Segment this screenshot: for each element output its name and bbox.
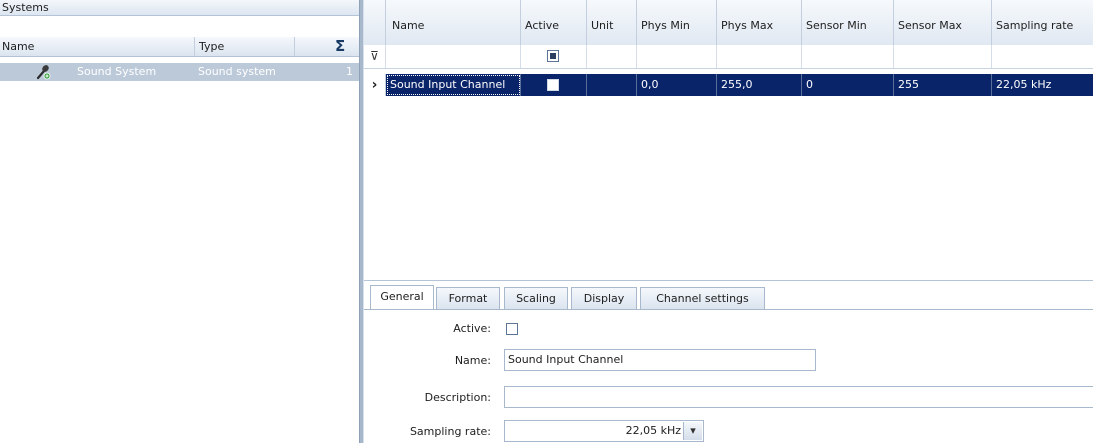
filter-cell-unit[interactable] — [587, 45, 637, 68]
cell-phys-min[interactable]: 0,0 — [637, 74, 717, 96]
filter-cell-sensor-min[interactable] — [802, 45, 894, 68]
filter-active-checkbox[interactable] — [547, 50, 559, 62]
filter-cell-active[interactable] — [521, 45, 587, 68]
sampling-rate-label: Sampling rate: — [409, 425, 491, 438]
tab-display[interactable]: Display — [571, 287, 637, 309]
column-header-sensor-max[interactable]: Sensor Max — [894, 0, 992, 45]
name-input[interactable]: Sound Input Channel — [504, 349, 816, 371]
system-type: Sound system — [198, 65, 276, 78]
chevron-down-icon[interactable]: ▾ — [683, 422, 702, 440]
systems-table-header: Name Type Σ — [0, 37, 359, 57]
filter-cell-sensor-max[interactable] — [894, 45, 992, 68]
channel-grid: Name Active Unit Phys Min Phys Max Senso… — [364, 0, 1093, 280]
channel-details-panel: General Format Scaling Display Channel s… — [364, 280, 1093, 444]
cell-name[interactable]: Sound Input Channel — [386, 74, 521, 96]
systems-panel-title: Systems — [0, 0, 359, 16]
column-header-sampling-rate[interactable]: Sampling rate — [992, 0, 1093, 45]
active-checkbox[interactable] — [547, 79, 559, 91]
tab-general[interactable]: General — [370, 285, 434, 310]
cell-sensor-max[interactable]: 255 — [894, 74, 992, 96]
cell-sampling-rate[interactable]: 22,05 kHz — [992, 74, 1093, 96]
filter-cell-sampling-rate[interactable] — [992, 45, 1093, 68]
column-header-active[interactable]: Active — [521, 0, 587, 45]
sampling-rate-value: 22,05 kHz — [625, 424, 681, 437]
table-row[interactable]: › Sound Input Channel 0,0 255,0 0 255 22… — [364, 74, 1093, 96]
cell-unit[interactable] — [587, 74, 637, 96]
row-indicator-icon: › — [364, 74, 386, 96]
cell-active[interactable] — [521, 74, 587, 96]
system-row-sound-system[interactable]: Sound System Sound system 1 — [0, 63, 359, 81]
column-header-name[interactable]: Name — [0, 37, 195, 56]
column-header-type[interactable]: Type — [195, 37, 295, 56]
filter-icon[interactable]: ⊽ — [364, 45, 386, 68]
sum-icon[interactable]: Σ — [335, 37, 355, 56]
description-input[interactable] — [504, 386, 1093, 408]
filter-cell-name[interactable] — [386, 45, 521, 68]
sampling-rate-dropdown[interactable]: 22,05 kHz ▾ — [504, 420, 704, 442]
row-indicator-header — [364, 0, 386, 45]
column-header-phys-min[interactable]: Phys Min — [637, 0, 717, 45]
system-name: Sound System — [77, 65, 157, 78]
cell-phys-max[interactable]: 255,0 — [717, 74, 802, 96]
microphone-icon — [34, 63, 52, 81]
tab-format[interactable]: Format — [436, 287, 500, 309]
filter-row: ⊽ — [364, 45, 1093, 69]
tab-channel-settings[interactable]: Channel settings — [640, 287, 765, 309]
column-header-sensor-min[interactable]: Sensor Min — [802, 0, 894, 45]
filter-cell-phys-min[interactable] — [637, 45, 717, 68]
tab-divider — [364, 309, 1093, 310]
system-count: 1 — [346, 65, 353, 78]
description-label: Description: — [424, 391, 491, 404]
active-checkbox-form[interactable] — [506, 323, 518, 335]
column-header-phys-max[interactable]: Phys Max — [717, 0, 802, 45]
column-header-unit[interactable]: Unit — [587, 0, 637, 45]
filter-cell-phys-max[interactable] — [717, 45, 802, 68]
channel-grid-header: Name Active Unit Phys Min Phys Max Senso… — [364, 0, 1093, 46]
column-header-name[interactable]: Name — [386, 0, 521, 45]
active-label: Active: — [453, 322, 491, 335]
cell-sensor-min[interactable]: 0 — [802, 74, 894, 96]
tab-scaling[interactable]: Scaling — [504, 287, 568, 309]
systems-panel: Systems Name Type Σ Sound System Sound s… — [0, 0, 360, 443]
name-label: Name: — [454, 354, 491, 367]
